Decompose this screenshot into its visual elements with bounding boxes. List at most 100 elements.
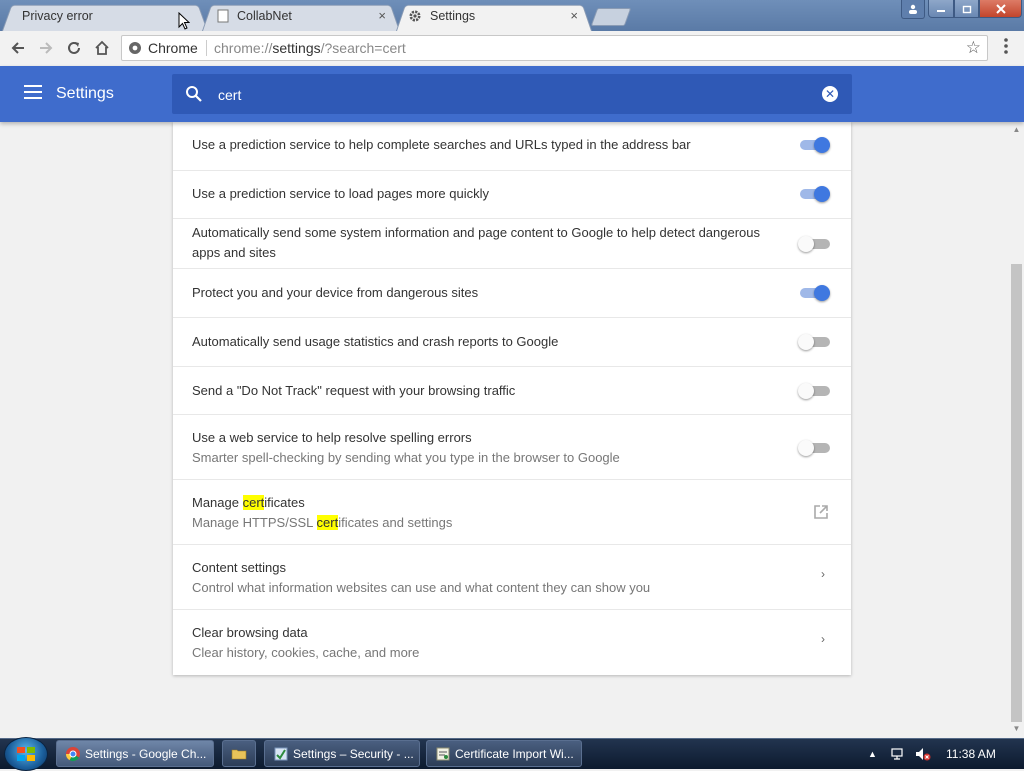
close-icon bbox=[995, 4, 1006, 14]
setting-label: Use a prediction service to help complet… bbox=[192, 137, 691, 152]
tab-collabnet[interactable]: CollabNet × bbox=[202, 2, 400, 31]
minimize-icon bbox=[937, 10, 945, 12]
setting-row-prediction-search[interactable]: Use a prediction service to help complet… bbox=[173, 122, 851, 171]
setting-row-safe-browsing-report[interactable]: Automatically send some system informati… bbox=[173, 219, 851, 269]
maximize-button[interactable] bbox=[954, 0, 979, 18]
toggle-switch[interactable] bbox=[798, 383, 830, 399]
tab-title: Privacy error bbox=[22, 9, 93, 23]
setting-label: Automatically send usage statistics and … bbox=[192, 334, 559, 349]
tab-close-icon[interactable]: × bbox=[378, 8, 386, 23]
tab-close-icon[interactable]: × bbox=[570, 8, 578, 23]
setting-row-manage-certificates[interactable]: Manage certificates Manage HTTPS/SSL cer… bbox=[173, 480, 851, 545]
user-icon[interactable] bbox=[901, 0, 925, 19]
setting-sublabel: Control what information websites can us… bbox=[192, 580, 651, 595]
forward-arrow-icon bbox=[40, 42, 53, 54]
toggle-switch[interactable] bbox=[798, 334, 830, 350]
scheme-chip: Chrome bbox=[148, 40, 198, 56]
search-input[interactable] bbox=[216, 83, 800, 107]
settings-header: Settings ✕ bbox=[0, 66, 1024, 122]
toggle-switch[interactable] bbox=[800, 285, 830, 301]
taskbar-item-settings-security[interactable]: Settings – Security - ... bbox=[264, 740, 420, 767]
setting-label: Clear browsing data bbox=[192, 625, 308, 640]
person-icon bbox=[909, 4, 917, 14]
new-tab-button[interactable] bbox=[590, 8, 632, 26]
taskbar-item-certificate-import[interactable]: Certificate Import Wi... bbox=[426, 740, 582, 767]
bookmark-star-icon[interactable]: ☆ bbox=[966, 38, 981, 58]
taskbar-item-label: Settings - Google Ch... bbox=[85, 747, 207, 761]
setting-row-do-not-track[interactable]: Send a "Do Not Track" request with your … bbox=[173, 367, 851, 415]
search-highlight: cert bbox=[242, 495, 265, 510]
setting-label: Protect you and your device from dangero… bbox=[192, 285, 479, 300]
restore-icon bbox=[962, 5, 971, 14]
page-title: Settings bbox=[56, 85, 114, 102]
settings-search-bar[interactable]: ✕ bbox=[172, 74, 852, 114]
close-window-button[interactable] bbox=[979, 0, 1022, 18]
windows-taskbar: Settings - Google Ch... Settings – Secur… bbox=[0, 737, 1024, 771]
gear-icon bbox=[409, 10, 421, 22]
chevron-right-icon: › bbox=[821, 567, 825, 581]
setting-sublabel: Smarter spell-checking by sending what y… bbox=[192, 450, 620, 465]
folder-icon bbox=[231, 749, 247, 760]
home-icon bbox=[95, 40, 109, 55]
setting-row-usage-stats[interactable]: Automatically send usage statistics and … bbox=[173, 318, 851, 367]
mouse-cursor-icon bbox=[178, 12, 190, 30]
toggle-switch[interactable] bbox=[798, 236, 830, 252]
home-button[interactable] bbox=[91, 37, 113, 59]
toggle-switch[interactable] bbox=[800, 137, 830, 153]
search-icon bbox=[186, 86, 202, 102]
setting-row-content-settings[interactable]: Content settings Control what informatio… bbox=[173, 545, 851, 610]
setting-label: Send a "Do Not Track" request with your … bbox=[192, 383, 516, 398]
scroll-down-icon[interactable]: ▼ bbox=[1009, 724, 1024, 734]
page-scrollbar[interactable]: ▲ ▼ bbox=[1009, 122, 1024, 738]
menu-icon[interactable] bbox=[24, 85, 42, 99]
setting-row-prediction-load[interactable]: Use a prediction service to load pages m… bbox=[173, 171, 851, 219]
setting-label: Use a web service to help resolve spelli… bbox=[192, 430, 472, 445]
certificate-icon bbox=[436, 747, 450, 761]
taskbar-item-label: Certificate Import Wi... bbox=[455, 747, 574, 761]
windows-logo-icon bbox=[17, 747, 35, 761]
system-tray: ▲ bbox=[862, 739, 1024, 769]
back-arrow-icon bbox=[11, 42, 24, 54]
minimize-button[interactable] bbox=[928, 0, 954, 18]
tab-title: Settings bbox=[430, 9, 476, 23]
setting-label: Use a prediction service to load pages m… bbox=[192, 186, 489, 201]
settings-content: Use a prediction service to help complet… bbox=[0, 122, 1009, 738]
window-title-bar: Privacy error CollabNet × Settings × bbox=[0, 0, 1024, 31]
tab-settings[interactable]: Settings × bbox=[396, 2, 592, 31]
toggle-switch[interactable] bbox=[800, 186, 830, 202]
url-text: chrome://settings/?search=cert bbox=[214, 40, 406, 56]
back-button[interactable] bbox=[7, 37, 29, 59]
setting-row-safe-browsing[interactable]: Protect you and your device from dangero… bbox=[173, 269, 851, 318]
setting-label: Automatically send some system informati… bbox=[192, 225, 761, 260]
start-button[interactable] bbox=[4, 737, 48, 771]
chrome-page-icon bbox=[129, 42, 141, 54]
external-link-icon[interactable] bbox=[813, 504, 829, 520]
show-hidden-icons-icon[interactable]: ▲ bbox=[868, 749, 877, 759]
setting-label: Manage certificates bbox=[192, 495, 305, 510]
reload-button[interactable] bbox=[63, 37, 85, 59]
search-highlight: cert bbox=[316, 515, 339, 530]
volume-muted-icon[interactable] bbox=[914, 746, 932, 762]
scroll-thumb[interactable] bbox=[1011, 264, 1022, 722]
address-bar[interactable]: Chrome chrome://settings/?search=cert ☆ bbox=[121, 35, 988, 61]
taskbar-item-label: Settings – Security - ... bbox=[293, 747, 414, 761]
chrome-menu-button[interactable] bbox=[998, 38, 1014, 58]
taskbar-item-chrome[interactable]: Settings - Google Ch... bbox=[56, 740, 214, 767]
forward-button[interactable] bbox=[35, 37, 57, 59]
chevron-right-icon: › bbox=[821, 632, 825, 646]
page-icon bbox=[217, 9, 229, 23]
vertical-dots-icon bbox=[1004, 38, 1008, 54]
setting-row-clear-browsing-data[interactable]: Clear browsing data Clear history, cooki… bbox=[173, 610, 851, 675]
browser-toolbar: Chrome chrome://settings/?search=cert ☆ bbox=[0, 31, 1024, 67]
scroll-up-icon[interactable]: ▲ bbox=[1009, 125, 1024, 135]
reload-icon bbox=[68, 41, 80, 54]
clear-search-icon[interactable]: ✕ bbox=[822, 86, 838, 102]
taskbar-item-explorer[interactable] bbox=[222, 740, 256, 767]
toggle-switch[interactable] bbox=[798, 440, 830, 456]
tab-title: CollabNet bbox=[237, 9, 292, 23]
network-icon[interactable] bbox=[890, 746, 906, 762]
divider bbox=[206, 40, 207, 56]
setting-row-spelling[interactable]: Use a web service to help resolve spelli… bbox=[173, 415, 851, 480]
taskbar-clock[interactable]: 11:38 AM bbox=[946, 747, 996, 761]
settings-app-icon bbox=[274, 747, 288, 761]
